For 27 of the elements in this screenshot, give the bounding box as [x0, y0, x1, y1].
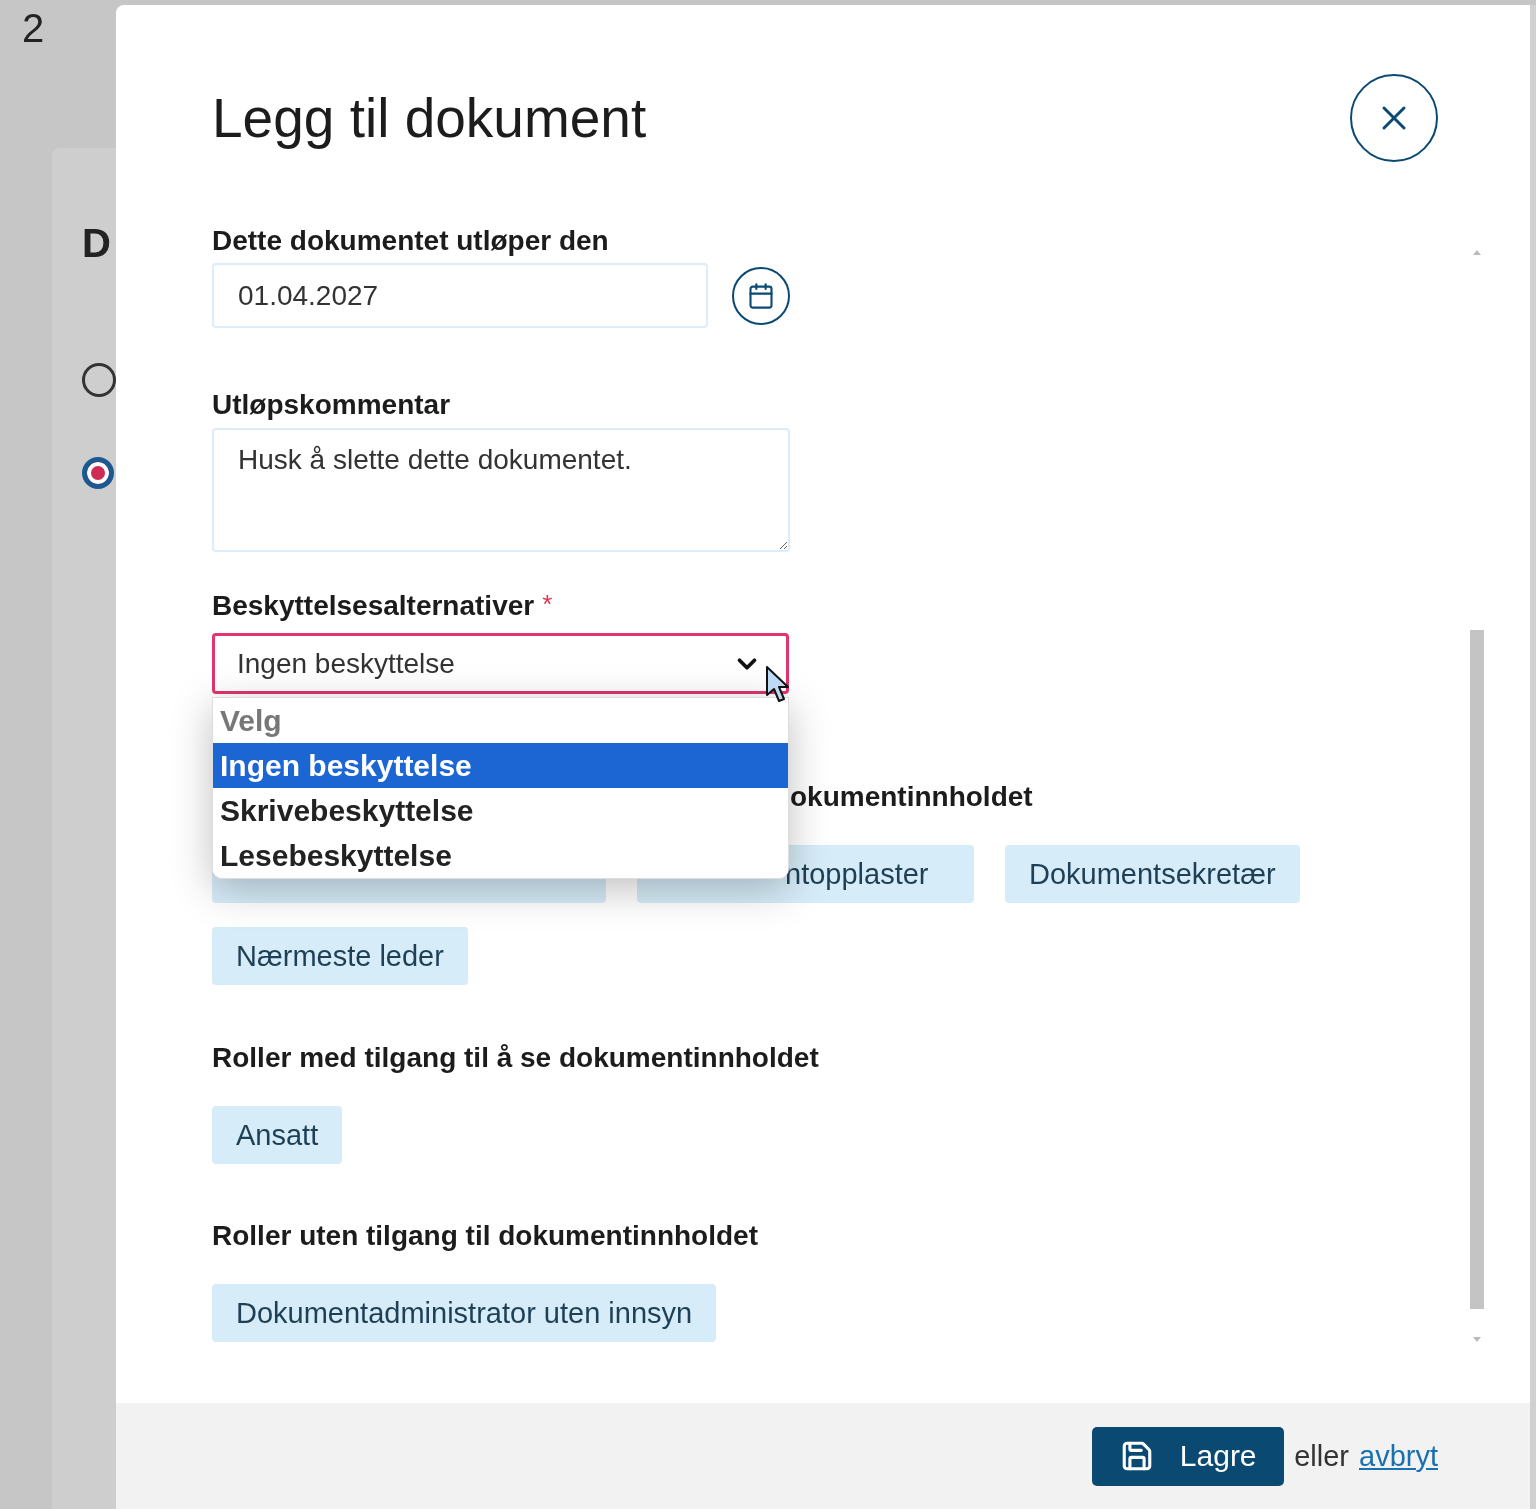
- save-button[interactable]: Lagre: [1092, 1426, 1285, 1486]
- section-title: okumentinnholdet: [790, 780, 1033, 814]
- role-tag: Dokumentadministrator uten innsyn: [212, 1284, 717, 1342]
- calendar-icon: [747, 281, 775, 310]
- radio-button[interactable]: [82, 457, 114, 489]
- section-title: Roller med tilgang til å se dokumentinnholdet: [212, 1041, 819, 1075]
- date-field[interactable]: 01.04.2027: [212, 263, 708, 328]
- dropdown-option[interactable]: Skrivebeskyttelse: [213, 788, 788, 833]
- role-tag: Dokumentsekretær: [1005, 845, 1300, 903]
- card-heading: D: [82, 220, 111, 267]
- role-tag: Ansatt: [212, 1106, 343, 1164]
- select-field[interactable]: Ingen beskyttelse: [212, 633, 789, 694]
- role-tag: Nærmeste leder: [212, 927, 468, 985]
- calendar-button[interactable]: [732, 266, 790, 325]
- page-heading: 2: [22, 6, 45, 50]
- required-mark: *: [542, 589, 553, 621]
- field-label: Dette dokumentet utløper den: [212, 230, 609, 258]
- comment-field[interactable]: Husk å slette dette dokumentet.: [212, 428, 790, 552]
- section-title: Roller uten tilgang til dokumentinnholdet: [212, 1219, 758, 1253]
- or-text: eller: [1294, 1439, 1349, 1473]
- pointer-icon: [765, 665, 791, 703]
- field-label: Utløpskommentar: [212, 388, 451, 422]
- cancel-link[interactable]: avbryt: [1359, 1439, 1438, 1473]
- dialog-title: Legg til dokument: [212, 85, 647, 150]
- dropdown-option[interactable]: Lesebeskyttelse: [213, 833, 788, 878]
- field-label: Beskyttelsesalternativer: [212, 589, 535, 623]
- dropdown-option[interactable]: Ingen beskyttelse: [213, 743, 788, 788]
